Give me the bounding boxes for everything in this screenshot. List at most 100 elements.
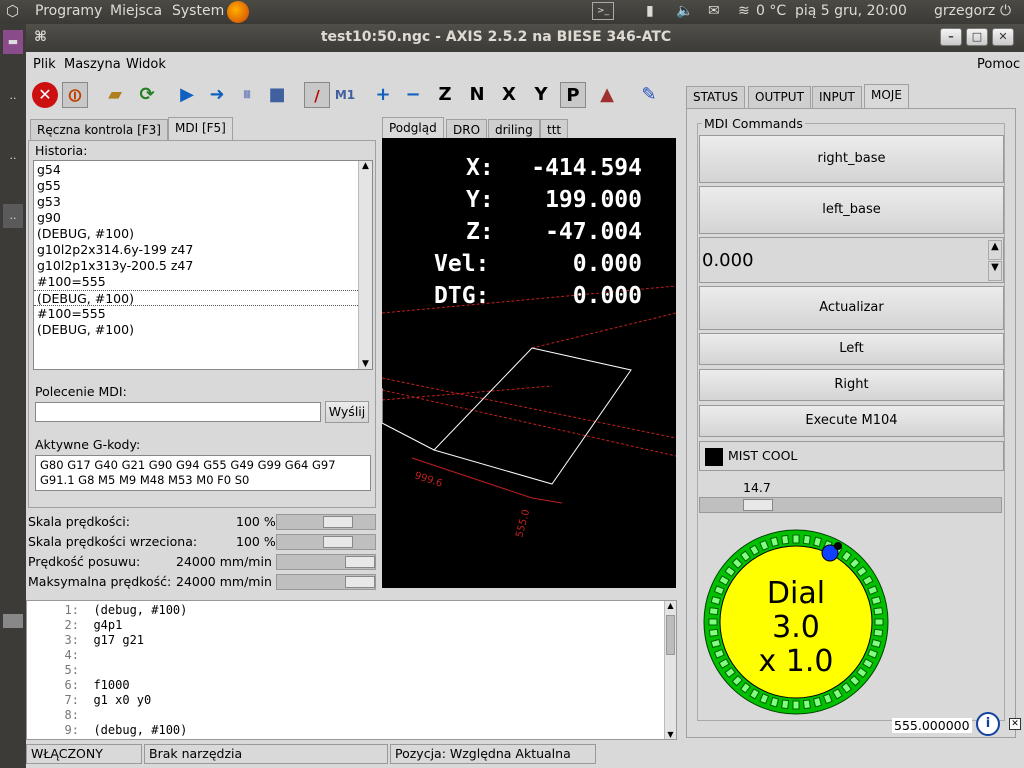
- slider-thumb[interactable]: [345, 576, 375, 588]
- machine-power-icon[interactable]: ⏼: [62, 82, 88, 108]
- open-file-icon[interactable]: ▰: [102, 82, 128, 108]
- zoom-in-icon[interactable]: +: [370, 82, 396, 108]
- tab-mdi[interactable]: MDI [F5]: [168, 117, 233, 141]
- left-base-button[interactable]: left_base: [699, 186, 1004, 234]
- view-z2-icon[interactable]: N: [464, 82, 490, 108]
- clear-plot-icon[interactable]: ✎: [636, 82, 662, 108]
- estop-icon[interactable]: ✕: [32, 82, 58, 108]
- gcode-line[interactable]: 1: (debug, #100): [27, 603, 188, 618]
- user-menu[interactable]: grzegorz: [934, 3, 995, 19]
- network-icon[interactable]: ▮: [646, 3, 654, 19]
- max-velocity-slider[interactable]: [276, 574, 376, 590]
- applications-menu[interactable]: Programy: [35, 3, 102, 19]
- history-item[interactable]: g53: [34, 194, 358, 210]
- dock-item[interactable]: ..: [3, 144, 23, 168]
- places-menu[interactable]: Miejsca: [110, 3, 162, 19]
- history-item[interactable]: g10l2p1x313y-200.5 z47: [34, 258, 358, 274]
- execute-m104-button[interactable]: Execute M104: [699, 405, 1004, 437]
- scroll-up-icon[interactable]: ▲: [665, 601, 676, 610]
- reload-icon[interactable]: ⟳: [134, 82, 160, 108]
- history-item[interactable]: g55: [34, 178, 358, 194]
- close-button[interactable]: ✕: [992, 28, 1014, 46]
- history-list[interactable]: g54 g55 g53 g90 (DEBUG, #100) g10l2p2x314.6y-…: [33, 160, 373, 370]
- scroll-thumb[interactable]: [666, 615, 675, 655]
- maximize-button[interactable]: □: [966, 28, 988, 46]
- gcode-line[interactable]: 2: g4p1: [27, 618, 123, 633]
- dock-app-icon[interactable]: ▬: [3, 30, 23, 54]
- gcode-line[interactable]: 4:: [27, 648, 93, 663]
- slider-thumb[interactable]: [345, 556, 375, 568]
- slider-thumb[interactable]: [323, 516, 353, 528]
- view-y-icon[interactable]: Y: [528, 82, 554, 108]
- scroll-up-icon[interactable]: ▲: [359, 161, 372, 171]
- menu-file[interactable]: Plik: [33, 57, 56, 72]
- ubuntu-logo-icon[interactable]: ⬡: [6, 2, 19, 20]
- power-icon[interactable]: ⏻: [1000, 3, 1011, 19]
- spin-up-icon[interactable]: ▲: [988, 240, 1002, 260]
- dock-item[interactable]: ..: [3, 204, 23, 228]
- gcode-line[interactable]: 6: f1000: [27, 678, 130, 693]
- spinbox[interactable]: 0.000 ▲ ▼: [699, 237, 1004, 283]
- actualizar-button[interactable]: Actualizar: [699, 286, 1004, 330]
- tab-output[interactable]: OUTPUT: [748, 86, 811, 108]
- preview-canvas[interactable]: 999.6 555.0 X: -414.594 Y: 199.000 Z: -4…: [382, 138, 676, 588]
- right-button[interactable]: Right: [699, 369, 1004, 401]
- feed-override-slider[interactable]: [276, 514, 376, 530]
- tab-status[interactable]: STATUS: [686, 86, 746, 108]
- system-menu[interactable]: System: [172, 3, 224, 19]
- gcode-scrollbar[interactable]: ▲ ▼: [664, 601, 676, 739]
- history-item[interactable]: #100=555: [34, 306, 358, 322]
- slider-thumb[interactable]: [743, 499, 773, 511]
- history-scrollbar[interactable]: ▲ ▼: [358, 161, 372, 369]
- gcode-line[interactable]: 3: g17 g21: [27, 633, 144, 648]
- spin-down-icon[interactable]: ▼: [988, 261, 1002, 281]
- firefox-icon[interactable]: [227, 1, 249, 23]
- view-p-icon[interactable]: P: [560, 82, 586, 108]
- gcode-line[interactable]: 8:: [27, 708, 93, 723]
- history-item[interactable]: (DEBUG, #100): [34, 290, 358, 306]
- zoom-out-icon[interactable]: −: [400, 82, 426, 108]
- scroll-down-icon[interactable]: ▼: [359, 359, 372, 369]
- optional-stop-icon[interactable]: M1: [332, 82, 358, 108]
- jog-dial[interactable]: Dial 3.0 x 1.0: [703, 529, 893, 715]
- minimize-button[interactable]: –: [940, 28, 962, 46]
- menu-view[interactable]: Widok: [126, 57, 166, 72]
- run-icon[interactable]: ▶: [174, 82, 200, 108]
- jog-speed-slider[interactable]: [276, 554, 376, 570]
- temperature[interactable]: 0 °C: [756, 3, 786, 19]
- dock-scroll-thumb[interactable]: [3, 614, 23, 628]
- scale-slider[interactable]: [699, 497, 1002, 513]
- terminal-icon[interactable]: >_: [592, 2, 614, 20]
- view-x-icon[interactable]: X: [496, 82, 522, 108]
- gcode-line[interactable]: 7: g1 x0 y0: [27, 693, 152, 708]
- mail-icon[interactable]: ✉: [708, 3, 720, 19]
- mdi-command-input[interactable]: [35, 402, 321, 422]
- right-base-button[interactable]: right_base: [699, 135, 1004, 183]
- gcode-text[interactable]: 1: (debug, #100) 2: g4p1 3: g17 g21 4: 5: 6…: [26, 600, 677, 740]
- volume-icon[interactable]: 🔈: [676, 3, 693, 19]
- left-button[interactable]: Left: [699, 333, 1004, 365]
- history-item[interactable]: #100=555: [34, 274, 358, 290]
- menu-help[interactable]: Pomoc: [977, 57, 1020, 72]
- tab-manual[interactable]: Ręczna kontrola [F3]: [30, 119, 168, 141]
- history-item[interactable]: g10l2p2x314.6y-199 z47: [34, 242, 358, 258]
- view-z-icon[interactable]: Z: [432, 82, 458, 108]
- stop-icon[interactable]: ■: [264, 82, 290, 108]
- info-icon[interactable]: i: [976, 712, 1000, 736]
- block-delete-icon[interactable]: /: [304, 82, 330, 108]
- rotate-view-icon[interactable]: ▲: [594, 82, 620, 108]
- pause-icon[interactable]: ⏸: [234, 82, 260, 108]
- scroll-down-icon[interactable]: ▼: [665, 730, 676, 739]
- send-button[interactable]: Wyślij: [325, 401, 369, 423]
- gcode-line[interactable]: 9: (debug, #100): [27, 723, 188, 738]
- history-item[interactable]: g90: [34, 210, 358, 226]
- history-item[interactable]: (DEBUG, #100): [34, 322, 358, 338]
- close-notification-icon[interactable]: ✕: [1009, 718, 1021, 730]
- tab-moje[interactable]: MOJE: [864, 84, 909, 108]
- spindle-override-slider[interactable]: [276, 534, 376, 550]
- tab-input[interactable]: INPUT: [812, 86, 862, 108]
- dock-item[interactable]: ..: [3, 84, 23, 108]
- clock[interactable]: pią 5 gru, 20:00: [795, 3, 907, 19]
- menu-machine[interactable]: Maszyna: [64, 57, 121, 72]
- history-item[interactable]: g54: [34, 162, 358, 178]
